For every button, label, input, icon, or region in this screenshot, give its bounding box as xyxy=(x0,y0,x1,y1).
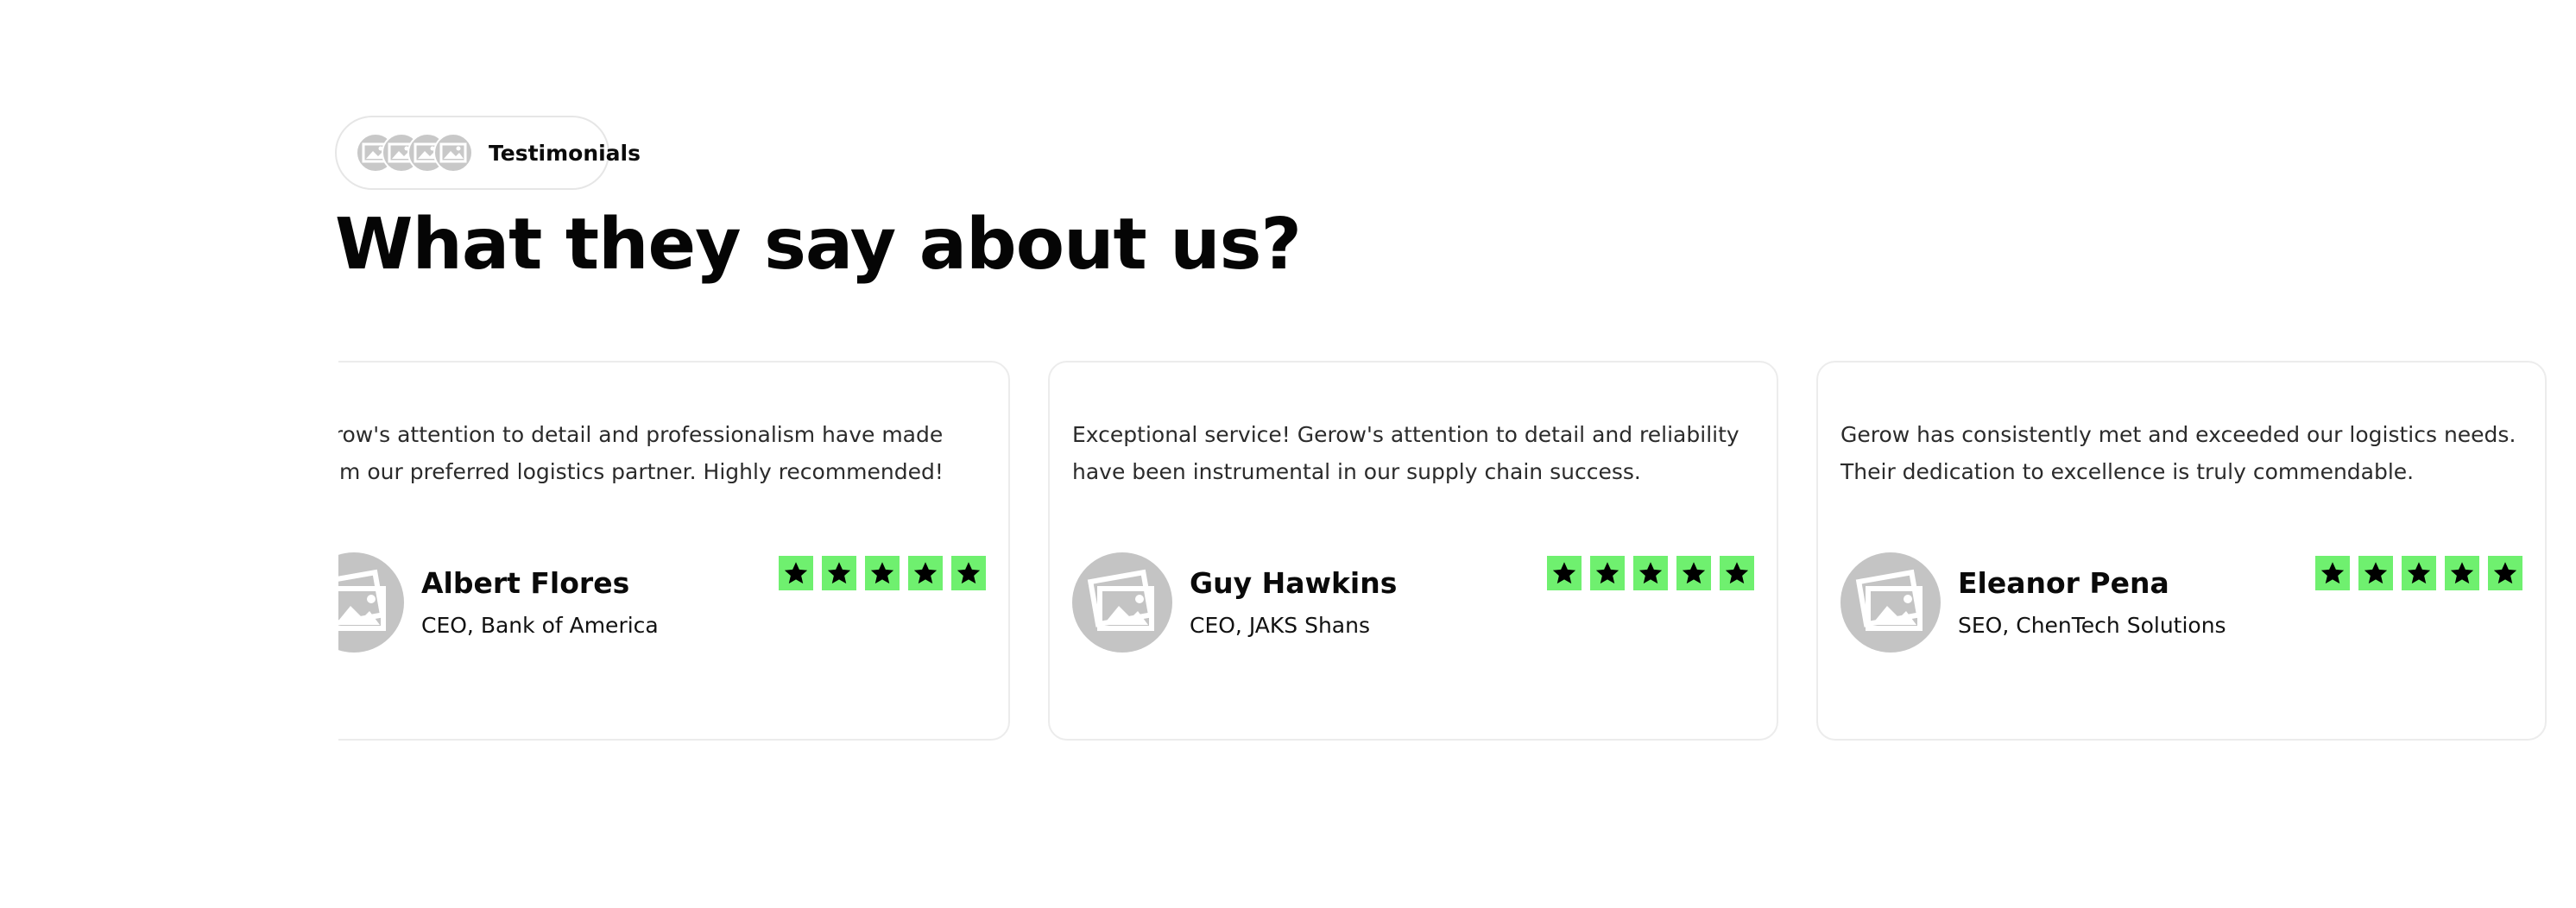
testimonials-carousel[interactable]: Gerow's attention to detail and professi… xyxy=(338,361,2576,744)
star-rating xyxy=(2315,556,2522,590)
testimonials-section: Testimonials What they say about us? Ger… xyxy=(0,0,2576,908)
image-placeholder-icon xyxy=(433,133,473,173)
carousel-track: Gerow's attention to detail and professi… xyxy=(338,361,2547,741)
star-icon xyxy=(822,556,856,590)
star-icon xyxy=(779,556,813,590)
badge-avatar-stack xyxy=(356,133,473,173)
author-role: CEO, JAKS Shans xyxy=(1190,613,1370,638)
testimonial-card: Gerow has consistently met and exceeded … xyxy=(1816,361,2547,741)
testimonial-quote: Gerow has consistently met and exceeded … xyxy=(1840,422,2516,484)
star-icon xyxy=(908,556,943,590)
testimonial-quote: Exceptional service! Gerow's attention t… xyxy=(1072,422,1739,484)
star-icon xyxy=(2445,556,2479,590)
star-icon xyxy=(865,556,900,590)
image-placeholder-icon xyxy=(338,552,404,653)
section-heading: What they say about us? xyxy=(335,204,1302,286)
author-name: Eleanor Pena xyxy=(1958,566,2169,600)
star-icon xyxy=(1633,556,1668,590)
author-role: SEO, ChenTech Solutions xyxy=(1958,613,2226,638)
author-name: Albert Flores xyxy=(421,566,630,600)
star-rating xyxy=(779,556,986,590)
author-name: Guy Hawkins xyxy=(1190,566,1398,600)
testimonial-card: Exceptional service! Gerow's attention t… xyxy=(1048,361,1778,741)
star-icon xyxy=(2358,556,2393,590)
star-icon xyxy=(2315,556,2350,590)
star-icon xyxy=(2402,556,2436,590)
star-rating xyxy=(1547,556,1754,590)
star-icon xyxy=(1547,556,1582,590)
image-placeholder-icon xyxy=(1072,552,1172,653)
image-placeholder-icon xyxy=(1840,552,1941,653)
star-icon xyxy=(1720,556,1754,590)
author-role: CEO, Bank of America xyxy=(421,613,659,638)
testimonial-card: Gerow's attention to detail and professi… xyxy=(338,361,1010,741)
star-icon xyxy=(1676,556,1711,590)
badge-label: Testimonials xyxy=(489,140,641,166)
star-icon xyxy=(2488,556,2522,590)
testimonials-badge: Testimonials xyxy=(335,116,641,190)
star-icon xyxy=(1590,556,1625,590)
star-icon xyxy=(951,556,986,590)
testimonial-quote: Gerow's attention to detail and professi… xyxy=(338,422,944,484)
